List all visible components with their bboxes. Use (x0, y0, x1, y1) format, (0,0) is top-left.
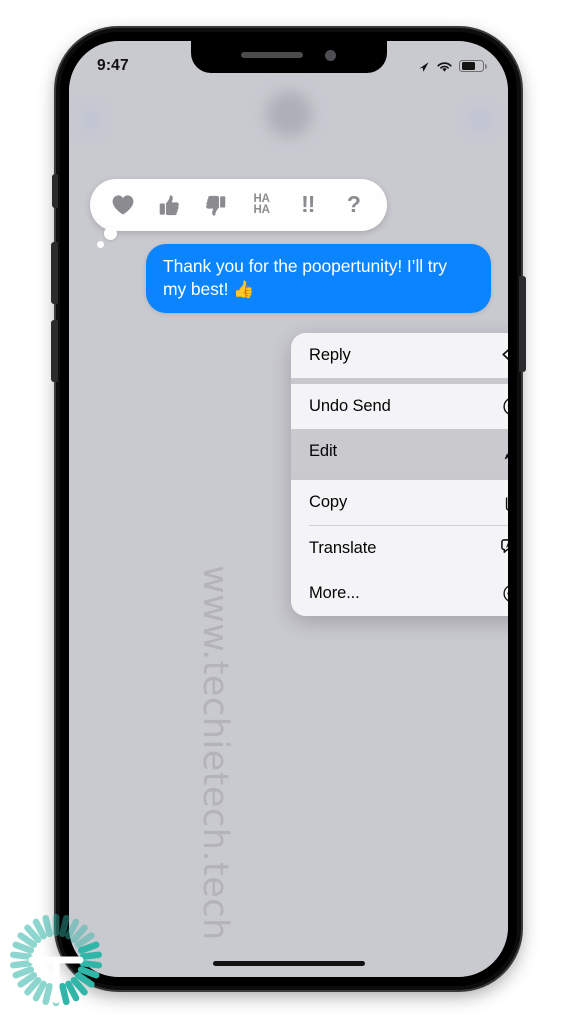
question-text-icon: ? (346, 191, 361, 218)
wifi-icon (436, 60, 453, 73)
thumbs-up-emoji: 👍 (233, 279, 255, 299)
thumbs-down-icon (204, 194, 227, 217)
haha-line-2: HA (253, 204, 270, 216)
copy-documents-icon (500, 491, 508, 515)
status-icons (418, 59, 487, 73)
haha-text-icon: HA HA (253, 193, 270, 216)
status-time: 9:47 (97, 57, 129, 74)
techietech-logo (2, 902, 120, 1020)
context-menu-label-translate: Translate (309, 538, 377, 557)
front-camera (325, 49, 336, 61)
message-text: Thank you for the poopertunity! I’ll try… (163, 256, 447, 299)
tapback-bar-container: HA HA !! ? (90, 179, 387, 231)
power-button[interactable] (519, 276, 526, 372)
silent-switch-button[interactable] (52, 174, 58, 208)
message-bubble-wrapper: Thank you for the poopertunity! I’ll try… (146, 244, 491, 313)
context-menu-item-more[interactable]: More... (291, 571, 508, 617)
context-menu-label-undo-send: Undo Send (309, 397, 391, 415)
heart-icon (111, 194, 135, 216)
reply-arrow-icon (500, 344, 508, 368)
ellipsis-circle-icon (500, 582, 508, 606)
context-menu-label-copy: Copy (309, 493, 348, 511)
context-menu-label-more: More... (309, 584, 360, 603)
tapback-question-button[interactable]: ? (331, 188, 377, 222)
bubble-tail (477, 294, 496, 314)
volume-up-button[interactable] (51, 242, 58, 304)
battery-fill (461, 62, 476, 70)
tapback-heart-button[interactable] (100, 188, 146, 222)
battery-icon (459, 59, 487, 73)
earpiece-speaker (241, 52, 303, 58)
context-menu-item-translate[interactable]: Translate A 文 (291, 525, 508, 571)
context-menu-label-reply: Reply (309, 346, 351, 364)
context-menu-item-edit[interactable]: Edit (291, 429, 508, 474)
thumbs-up-icon (158, 194, 181, 217)
tapback-tail-large (104, 227, 117, 240)
undo-circle-icon (500, 395, 508, 419)
context-menu-item-copy[interactable]: Copy (291, 480, 508, 525)
pencil-icon (500, 440, 508, 464)
outgoing-message-bubble[interactable]: Thank you for the poopertunity! I’ll try… (146, 244, 491, 313)
message-context-menu: Reply Undo Send Edit Copy Translate More… (291, 333, 508, 617)
svg-text:A: A (506, 541, 508, 550)
tapback-haha-button[interactable]: HA HA (239, 188, 285, 222)
tapback-exclamation-button[interactable]: !! (285, 188, 331, 222)
tapback-thumbs-down-button[interactable] (192, 188, 238, 222)
phone-frame: 9:47 HA HA !! ? Thank you for the pooper… (51, 28, 526, 990)
device-notch (190, 41, 387, 73)
tapback-reaction-bar: HA HA !! ? (90, 179, 387, 248)
tapback-thumbs-up-button[interactable] (146, 188, 192, 222)
tapback-tail-small (97, 241, 104, 248)
location-arrow-icon (418, 60, 430, 72)
translate-bubbles-icon: A 文 (500, 536, 508, 560)
screenshot-root: 9:47 HA HA !! ? Thank you for the pooper… (0, 0, 576, 1024)
phone-screen: 9:47 HA HA !! ? Thank you for the pooper… (69, 41, 508, 977)
exclamation-text-icon: !! (301, 191, 315, 218)
context-menu-item-reply[interactable]: Reply (291, 333, 508, 378)
context-menu-item-undo-send[interactable]: Undo Send (291, 384, 508, 429)
context-menu-label-edit: Edit (309, 442, 338, 460)
volume-down-button[interactable] (51, 320, 58, 382)
home-indicator[interactable] (212, 960, 365, 966)
